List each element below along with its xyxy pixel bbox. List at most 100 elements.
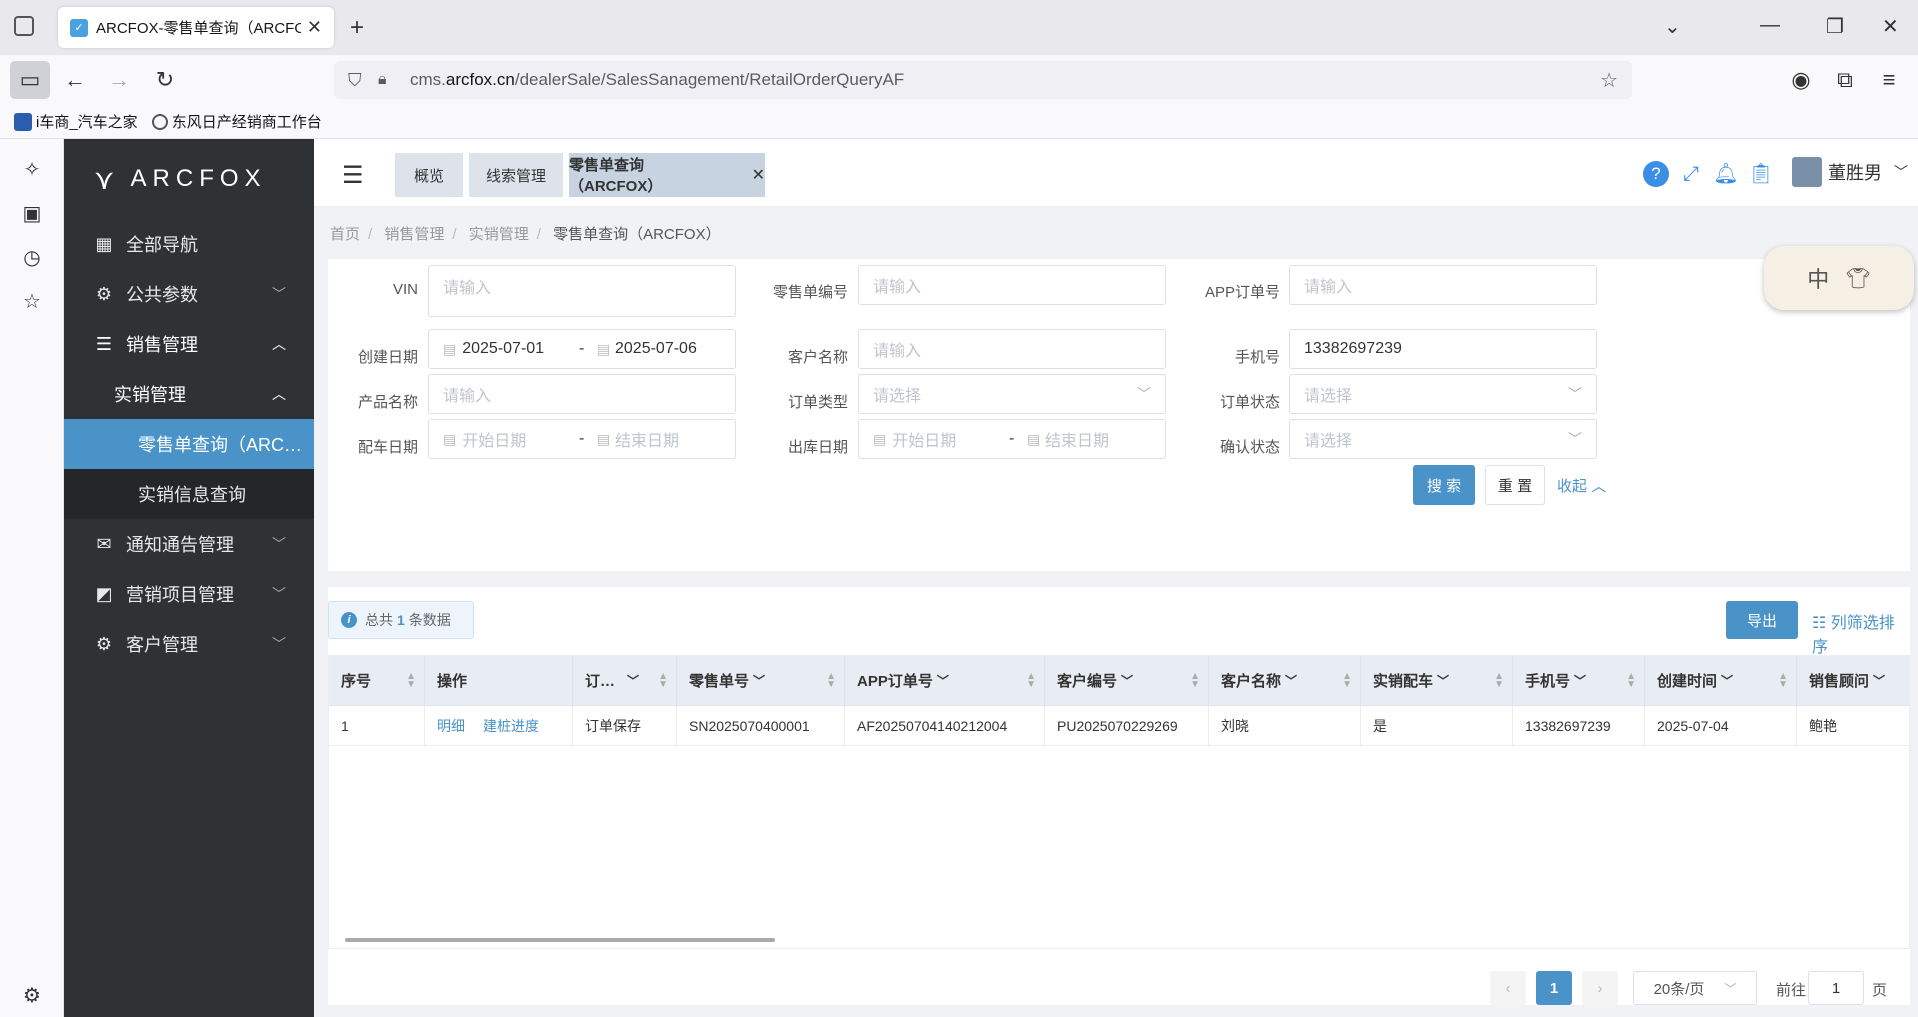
sidebar-item-retail-query[interactable]: 零售单查询（ARC…	[64, 419, 314, 469]
user-menu[interactable]: 董胜男 ﹀	[1792, 157, 1908, 187]
sidebar-item-sales[interactable]: ☰ 销售管理 ︿	[64, 319, 314, 369]
column-header[interactable]: 创建时间 ﹀ ▲ ▼	[1645, 656, 1797, 706]
restore-icon[interactable]: ❐	[1826, 14, 1844, 39]
out-date-range[interactable]: ▤ 开始日期 - ▤ 结束日期	[858, 419, 1166, 459]
clipboard-icon[interactable]: 📋︎	[1748, 161, 1774, 187]
confirm-status-select[interactable]: 请选择 ﹀	[1289, 419, 1597, 459]
progress-link[interactable]: 建桩进度	[483, 716, 539, 736]
sort-icon[interactable]: ▲ ▼	[1026, 671, 1036, 689]
sidebar-item-sales-info[interactable]: 实销信息查询	[64, 469, 314, 519]
column-header[interactable]: 序号 ▲ ▼	[329, 656, 425, 706]
sort-icon[interactable]: ▲ ▼	[406, 671, 416, 689]
tab-list-icon[interactable]	[14, 16, 34, 36]
match-date-range[interactable]: ▤ 开始日期 - ▤ 结束日期	[428, 419, 736, 459]
breadcrumb-item[interactable]: 实销管理	[469, 226, 529, 243]
column-header[interactable]: APP订单号 ﹀ ▲ ▼	[845, 656, 1045, 706]
bell-icon[interactable]: 🔔︎	[1713, 161, 1739, 187]
sort-icon[interactable]: ▲ ▼	[658, 671, 668, 689]
tab-retail-query[interactable]: 零售单查询（ARCFOX） ✕	[569, 153, 765, 197]
bookmark-item[interactable]: 东风日产经销商工作台	[151, 111, 322, 132]
detail-link[interactable]: 明细	[437, 716, 465, 736]
gear-icon: ⚙	[95, 283, 113, 304]
phone-input[interactable]: 13382697239	[1289, 329, 1597, 369]
column-sort-link[interactable]: ☷ 列筛选排序	[1812, 609, 1910, 657]
goto-page-input[interactable]: 1	[1808, 971, 1864, 1005]
breadcrumb-item[interactable]: 销售管理	[384, 226, 444, 243]
address-bar[interactable]: ⛉ 🔒︎ cms. arcfox.cn/dealerSale/SalesSanag…	[334, 61, 1632, 99]
bookmarks-icon[interactable]: ☆	[20, 289, 44, 313]
bookmark-item[interactable]: i车商_汽车之家	[14, 111, 138, 132]
column-header[interactable]: 操作	[425, 656, 573, 706]
sidebar-item-all-nav[interactable]: ▦ 全部导航	[64, 219, 314, 269]
ime-widget[interactable]: 中 👕︎	[1764, 246, 1914, 310]
chevron-down-icon: ﹀	[1568, 431, 1582, 447]
fullscreen-icon[interactable]: ⤢	[1678, 161, 1704, 187]
column-header[interactable]: 手机号 ﹀ ▲ ▼	[1513, 656, 1645, 706]
column-header[interactable]: 订… ﹀ ▲ ▼	[573, 656, 677, 706]
sort-icon[interactable]: ▲ ▼	[1626, 671, 1636, 689]
search-button[interactable]: 搜 索	[1413, 465, 1475, 505]
sidebar-item-customers[interactable]: ⚙ 客户管理 ﹀	[64, 619, 314, 669]
account-icon[interactable]: ◉	[1784, 63, 1818, 97]
horizontal-scrollbar[interactable]	[345, 938, 775, 942]
next-page-button[interactable]: ›	[1582, 971, 1618, 1005]
vin-input[interactable]: 请输入	[428, 265, 736, 317]
column-header[interactable]: 销售顾问 ﹀	[1797, 656, 1909, 706]
breadcrumb-item[interactable]: 首页	[330, 226, 360, 243]
sort-icon[interactable]: ▲ ▼	[1778, 671, 1788, 689]
close-window-icon[interactable]: ✕	[1882, 14, 1899, 39]
minimize-icon[interactable]: —	[1760, 14, 1780, 37]
sidebar-item-notices[interactable]: ✉ 通知通告管理 ﹀	[64, 519, 314, 569]
customer-name-input[interactable]: 请输入	[858, 329, 1166, 369]
history-icon[interactable]: ◷	[20, 245, 44, 269]
synced-tabs-icon[interactable]: ▣	[20, 201, 44, 225]
data-table: 序号 ▲ ▼ 操作 订… ﹀ ▲ ▼ 零售单号 ﹀ ▲ ▼ APP订单号 ﹀ ▲ ▼ 客户编号 ﹀ ▲ ▼ …	[328, 655, 1910, 949]
browser-tab[interactable]: ✓ ARCFOX-零售单查询（ARCFOX ✕	[58, 7, 334, 48]
tab-overflow-icon[interactable]: ⌄	[1664, 14, 1681, 39]
menu-icon[interactable]: ≡	[1872, 63, 1906, 97]
tab-leads[interactable]: 线索管理	[469, 153, 563, 197]
close-icon[interactable]: ✕	[752, 165, 765, 185]
collapse-link[interactable]: 收起 ︿	[1557, 475, 1606, 496]
retail-no-input[interactable]: 请输入	[858, 265, 1166, 305]
export-button[interactable]: 导出	[1726, 601, 1798, 639]
order-status-select[interactable]: 请选择 ﹀	[1289, 374, 1597, 414]
reload-icon[interactable]: ↻	[148, 63, 182, 97]
new-tab-icon[interactable]: +	[350, 14, 364, 42]
sort-icon[interactable]: ▲ ▼	[1190, 671, 1200, 689]
product-input[interactable]: 请输入	[428, 374, 736, 414]
close-tab-icon[interactable]: ✕	[307, 17, 322, 38]
column-header[interactable]: 实销配车 ﹀ ▲ ▼	[1361, 656, 1513, 706]
bookmark-star-icon[interactable]: ☆	[1600, 68, 1618, 93]
ai-sparkle-icon[interactable]: ✧	[20, 157, 44, 181]
sidebar-toggle-icon[interactable]: ▭	[10, 61, 50, 99]
column-header[interactable]: 客户编号 ﹀ ▲ ▼	[1045, 656, 1209, 706]
help-icon[interactable]: ?	[1643, 161, 1669, 187]
chevron-down-icon: ﹀	[272, 636, 286, 652]
page-size-select[interactable]: 20条/页 ﹀	[1633, 971, 1757, 1005]
extensions-icon[interactable]: ⧉	[1828, 63, 1862, 97]
column-header[interactable]: 客户名称 ﹀ ▲ ▼	[1209, 656, 1361, 706]
column-header[interactable]: 零售单号 ﹀ ▲ ▼	[677, 656, 845, 706]
tab-label: 线索管理	[485, 167, 546, 185]
sidebar-item-public-params[interactable]: ⚙ 公共参数 ﹀	[64, 269, 314, 319]
app-order-input[interactable]: 请输入	[1289, 265, 1597, 305]
settings-icon[interactable]: ⚙	[20, 983, 44, 1007]
hamburger-icon[interactable]: ☰	[342, 161, 364, 190]
sort-icon[interactable]: ▲ ▼	[1342, 671, 1352, 689]
sort-icon[interactable]: ▲ ▼	[826, 671, 836, 689]
sidebar-item-marketing[interactable]: ◩ 营销项目管理 ﹀	[64, 569, 314, 619]
end-placeholder: 结束日期	[615, 433, 680, 450]
tab-overview[interactable]: 概览	[395, 153, 463, 197]
create-date-range[interactable]: ▤ 2025-07-01 - ▤ 2025-07-06	[428, 329, 736, 369]
main-content: ☰ 概览 线索管理 零售单查询（ARCFOX） ✕ ? ⤢ 🔔︎ 📋︎ 董胜男 ﹀ …	[314, 139, 1918, 1017]
avatar	[1792, 157, 1822, 187]
back-icon[interactable]: ←	[58, 63, 92, 97]
forward-icon[interactable]: →	[102, 63, 136, 97]
sidebar-item-actual-sales[interactable]: 实销管理 ︿	[64, 369, 314, 419]
reset-button[interactable]: 重 置	[1485, 465, 1545, 505]
prev-page-button[interactable]: ‹	[1490, 971, 1526, 1005]
sort-icon[interactable]: ▲ ▼	[1494, 671, 1504, 689]
page-number-current[interactable]: 1	[1536, 971, 1572, 1005]
order-type-select[interactable]: 请选择 ﹀	[858, 374, 1166, 414]
